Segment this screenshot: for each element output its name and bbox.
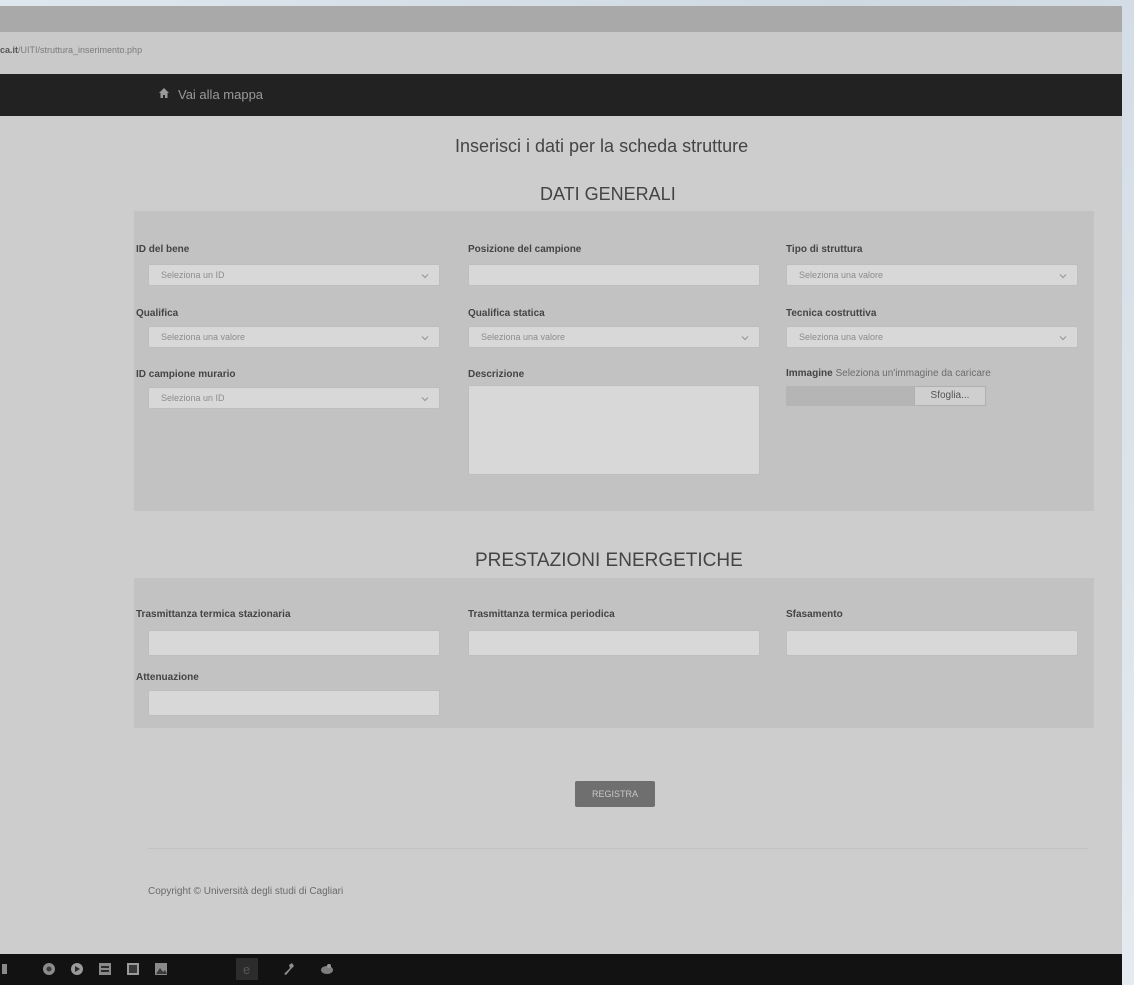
file-name-box <box>786 386 914 406</box>
taskbar: e <box>0 954 1122 985</box>
tool-icon[interactable] <box>282 962 296 976</box>
app-icon-2[interactable] <box>126 962 140 976</box>
url-path: /UITI/struttura_inserimento.php <box>18 45 143 55</box>
sfasamento-label: Sfasamento <box>786 609 843 620</box>
tipo-struttura-value: Seleziona una valore <box>799 270 884 280</box>
ie-icon[interactable]: e <box>236 958 258 980</box>
registra-button[interactable]: REGISTRA <box>575 781 655 807</box>
general-panel: ID del bene Seleziona un ID Posizione de… <box>134 211 1094 511</box>
home-link[interactable]: Vai alla mappa <box>158 87 263 102</box>
immagine-label-bold: Immagine <box>786 368 833 379</box>
media-player-icon[interactable] <box>320 962 334 976</box>
browse-button[interactable]: Sfoglia... <box>914 386 986 406</box>
immagine-label: Immagine Seleziona un'immagine da carica… <box>786 368 991 379</box>
sfasamento-input[interactable] <box>786 630 1078 656</box>
home-icon <box>158 87 170 102</box>
energy-panel: Trasmittanza termica stazionaria Trasmit… <box>134 578 1094 728</box>
tecnica-select[interactable]: Seleziona una valore <box>786 326 1078 348</box>
qualifica-label: Qualifica <box>136 308 179 319</box>
copyright-text: Copyright © Università degli studi di Ca… <box>148 886 344 897</box>
chevron-down-icon <box>741 336 749 341</box>
stazionaria-input[interactable] <box>148 630 440 656</box>
home-link-label: Vai alla mappa <box>178 87 264 102</box>
qualifica-statica-select[interactable]: Seleziona una valore <box>468 326 760 348</box>
footer-divider <box>148 848 1088 849</box>
photo-icon[interactable] <box>154 962 168 976</box>
descrizione-label: Descrizione <box>468 369 525 380</box>
qualifica-statica-label: Qualifica statica <box>468 308 545 319</box>
posizione-label: Posizione del campione <box>468 244 582 255</box>
chevron-down-icon <box>421 397 429 402</box>
periodica-label: Trasmittanza termica periodica <box>468 609 615 620</box>
start-icon[interactable] <box>2 962 8 976</box>
chevron-down-icon <box>421 336 429 341</box>
stazionaria-label: Trasmittanza termica stazionaria <box>136 609 291 620</box>
tipo-struttura-label: Tipo di struttura <box>786 244 863 255</box>
qualifica-value: Seleziona una valore <box>161 332 246 342</box>
descrizione-textarea[interactable] <box>468 385 760 475</box>
id-bene-select[interactable]: Seleziona un ID <box>148 264 440 286</box>
page-title: Inserisci i dati per la scheda strutture <box>455 136 749 156</box>
navbar: Vai alla mappa <box>0 74 1122 116</box>
svg-text:e: e <box>243 962 250 977</box>
app-icon[interactable] <box>98 962 112 976</box>
attenuazione-label: Attenuazione <box>136 672 199 683</box>
address-bar[interactable]: ca.it/UITI/struttura_inserimento.php <box>0 32 1122 75</box>
section-general-title: DATI GENERALI <box>540 184 676 204</box>
browser-tab-bar <box>0 6 1122 32</box>
screen: ca.it/UITI/struttura_inserimento.php Vai… <box>0 6 1122 985</box>
media-icon[interactable] <box>70 962 84 976</box>
immagine-hint: Seleziona un'immagine da caricare <box>835 368 991 379</box>
id-campione-label: ID campione murario <box>136 369 236 380</box>
section-energy-title: PRESTAZIONI ENERGETICHE <box>475 550 743 571</box>
tecnica-label: Tecnica costruttiva <box>786 308 877 319</box>
id-bene-label: ID del bene <box>136 244 190 255</box>
id-bene-value: Seleziona un ID <box>161 270 225 280</box>
qualifica-statica-value: Seleziona una valore <box>481 332 566 342</box>
tipo-struttura-select[interactable]: Seleziona una valore <box>786 264 1078 286</box>
url-domain: ca.it <box>0 45 19 55</box>
attenuazione-input[interactable] <box>148 690 440 716</box>
id-campione-select[interactable]: Seleziona un ID <box>148 387 440 409</box>
tecnica-value: Seleziona una valore <box>799 332 884 342</box>
chrome-icon[interactable] <box>42 962 56 976</box>
chevron-down-icon <box>1059 336 1067 341</box>
posizione-input[interactable] <box>468 264 760 286</box>
id-campione-value: Seleziona un ID <box>161 393 225 403</box>
qualifica-select[interactable]: Seleziona una valore <box>148 326 440 348</box>
url-text[interactable]: ca.it/UITI/struttura_inserimento.php <box>0 45 142 55</box>
chevron-down-icon <box>421 274 429 279</box>
periodica-input[interactable] <box>468 630 760 656</box>
chevron-down-icon <box>1059 274 1067 279</box>
